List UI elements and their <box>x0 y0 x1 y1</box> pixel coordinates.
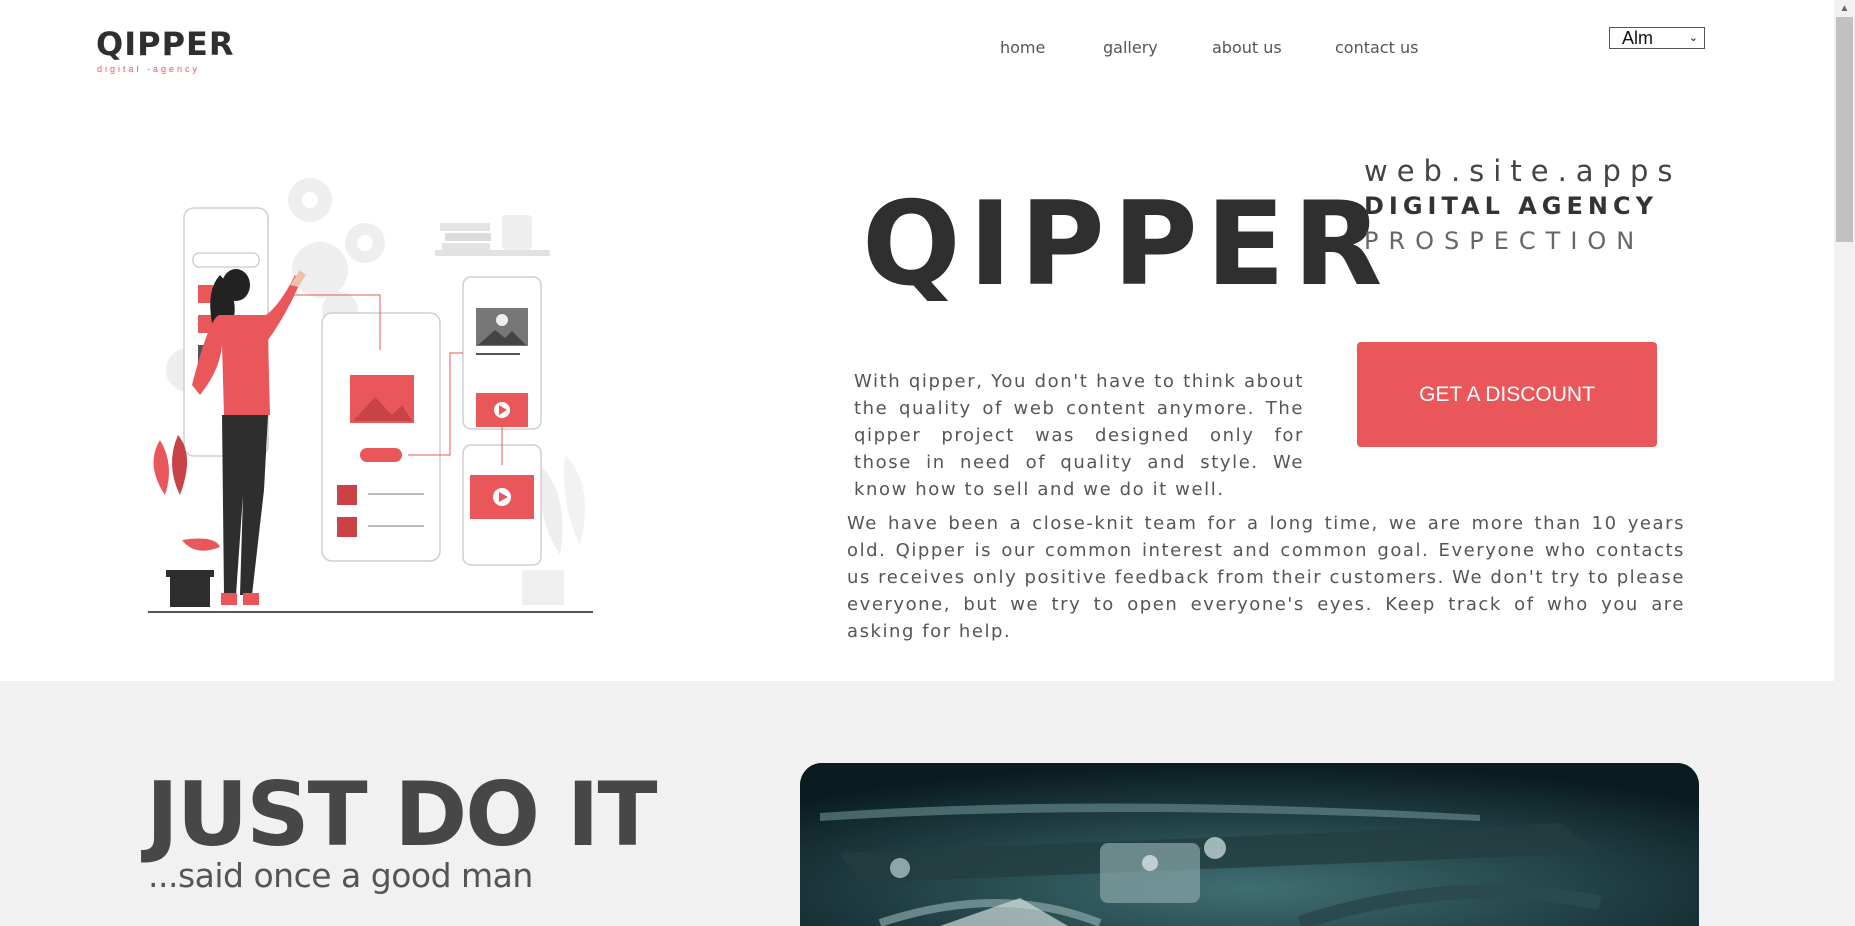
hero-intro-text: With qipper, You don't have to think abo… <box>854 371 1304 500</box>
nav-gallery[interactable]: gallery <box>1103 38 1158 57</box>
nav-home[interactable]: home <box>1000 38 1045 57</box>
language-select[interactable]: Alm ⌄ <box>1609 27 1705 49</box>
machinery-photo <box>800 763 1699 926</box>
scroll-up-arrow-icon[interactable]: ▲ <box>1834 0 1855 17</box>
logo-subtitle: digital -agency <box>97 64 201 74</box>
machinery-image <box>800 763 1699 926</box>
vertical-scrollbar[interactable]: ▲ <box>1834 0 1855 926</box>
tagline-prospection: PROSPECTION <box>1364 227 1645 255</box>
nav-contact-us[interactable]: contact us <box>1335 38 1418 57</box>
language-selected-value: Alm <box>1622 28 1653 48</box>
site-logo[interactable]: QIPPER digital -agency <box>96 26 234 78</box>
logo-wordmark: QIPPER <box>96 25 235 63</box>
page: QIPPER digital -agency home gallery abou… <box>0 0 1834 926</box>
nav-about-us[interactable]: about us <box>1212 38 1282 57</box>
section-subheading: ...said once a good man <box>148 856 533 895</box>
just-do-it-section: JUST DO IT ...said once a good man <box>0 681 1834 926</box>
hero-about-text: We have been a close-knit team for a lon… <box>847 513 1685 642</box>
scrollbar-thumb[interactable] <box>1836 17 1853 242</box>
tagline-web-site-apps: web.site.apps <box>1364 154 1682 188</box>
chevron-down-icon: ⌄ <box>1688 32 1698 44</box>
hero-title: QIPPER <box>862 177 1391 312</box>
tagline-digital-agency: DIGITAL AGENCY <box>1364 192 1658 220</box>
section-heading: JUST DO IT <box>146 763 658 866</box>
get-discount-button[interactable]: GET A DISCOUNT <box>1357 342 1657 447</box>
hero-illustration <box>148 178 593 613</box>
